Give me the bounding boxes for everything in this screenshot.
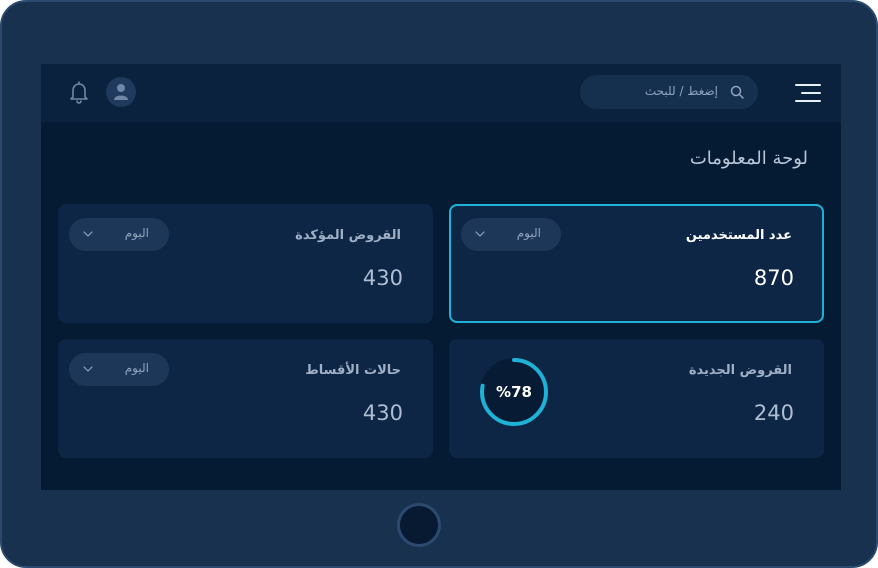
top-bar: إضغط / للبحث [41,64,841,122]
card-value: 870 [753,266,794,290]
home-button[interactable] [397,503,441,547]
card-title: عدد المستخدمين [685,228,792,243]
period-dropdown-label: اليوم [516,226,541,240]
tablet-frame: إضغط / للبحث لوحة المعلومات عدد المستخدم… [0,0,878,568]
search-icon [730,85,744,99]
bell-icon[interactable] [68,80,90,104]
chevron-down-icon [83,366,93,372]
card-value: 430 [362,401,403,425]
page-title: لوحة المعلومات [689,148,808,169]
card-title: القروض المؤكدة [295,228,401,243]
card-value: 240 [753,401,794,425]
card-confirmed-loans[interactable]: القروض المؤكدة 430 اليوم [58,204,433,323]
period-dropdown[interactable]: اليوم [69,218,169,251]
card-title: حالات الأقساط [305,363,401,378]
user-avatar[interactable] [106,77,136,107]
period-dropdown-label: اليوم [124,361,149,375]
user-avatar-icon [114,84,128,100]
period-dropdown[interactable]: اليوم [69,353,169,386]
chevron-down-icon [475,231,485,237]
search-input[interactable]: إضغط / للبحث [580,75,758,109]
period-dropdown[interactable]: اليوم [461,218,561,251]
card-title: القروض الجديدة [688,363,792,378]
period-dropdown-label: اليوم [124,226,149,240]
chevron-down-icon [83,231,93,237]
card-installments[interactable]: حالات الأقساط 430 اليوم [58,339,433,458]
progress-ring-label: %78 [496,383,532,401]
app-screen: إضغط / للبحث لوحة المعلومات عدد المستخدم… [41,64,841,490]
hamburger-menu-icon[interactable] [795,84,821,102]
card-value: 430 [362,266,403,290]
card-new-loans[interactable]: القروض الجديدة 240 %78 [449,339,824,458]
search-placeholder: إضغط / للبحث [644,84,718,98]
card-users[interactable]: عدد المستخدمين 870 اليوم [449,204,824,323]
